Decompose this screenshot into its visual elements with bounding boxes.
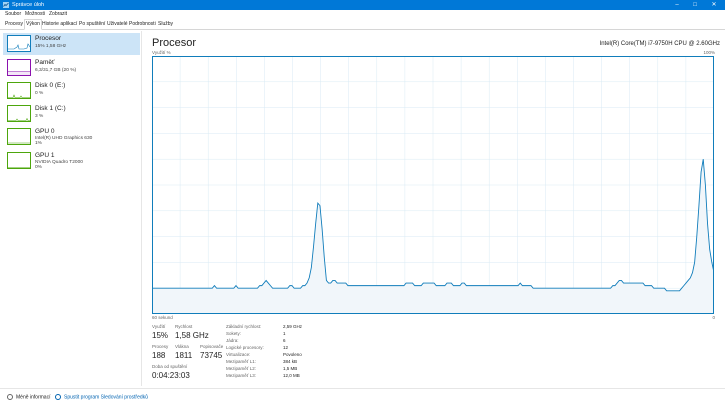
menu-bar: Soubor Možnosti Zobrazit	[0, 10, 725, 19]
title-bar: Správce úloh – □ ✕	[0, 0, 725, 10]
tab-bar: Procesy Výkon Historie aplikací Po spušt…	[0, 19, 725, 30]
processes-value: 188	[152, 351, 166, 360]
memory-thumbnail	[7, 59, 31, 76]
cpu-thumbnail	[7, 35, 31, 52]
spec-key: Logické procesory:	[226, 345, 264, 350]
menu-soubor[interactable]: Soubor	[5, 11, 21, 18]
tab-historie-aplikaci[interactable]: Historie aplikací	[41, 20, 78, 28]
sidebar-item-value: 1%	[35, 141, 42, 146]
resource-sidebar: Procesor 15% 1,58 GHz Paměť 6,3/31,7 GB …	[0, 31, 142, 386]
sidebar-item-procesor[interactable]: Procesor 15% 1,58 GHz	[3, 33, 140, 55]
sidebar-item-value: 0%	[35, 165, 42, 170]
spec-key: Základní rychlost:	[226, 324, 262, 329]
footer-bar: Méně informací Spustit program Sledování…	[0, 388, 725, 408]
close-button[interactable]: ✕	[707, 0, 721, 10]
sidebar-item-detail: NVIDIA Quadro T2000	[35, 160, 83, 165]
disk1-thumbnail	[7, 105, 31, 122]
sidebar-item-label: Procesor	[35, 35, 62, 42]
spec-value: 1	[283, 331, 286, 336]
minimize-button[interactable]: –	[670, 0, 684, 10]
uptime-value: 0:04:23:03	[152, 371, 190, 380]
sidebar-item-value: 15% 1,58 GHz	[35, 44, 67, 49]
cpu-usage-graph	[152, 56, 714, 314]
sidebar-item-pamet[interactable]: Paměť 6,3/31,7 GB (20 %)	[3, 57, 140, 79]
sidebar-item-disk-0[interactable]: Disk 0 (E:) 0 %	[3, 80, 140, 102]
tab-sluzby[interactable]: Služby	[157, 20, 174, 28]
sidebar-item-disk-1[interactable]: Disk 1 (C:) 3 %	[3, 103, 140, 125]
sidebar-item-label: Disk 0 (E:)	[35, 82, 66, 89]
disk0-thumbnail	[7, 82, 31, 99]
gpu0-thumbnail	[7, 128, 31, 145]
sidebar-item-detail: Intel(R) UHD Graphics 630	[35, 136, 93, 141]
spec-key: Virtualizace:	[226, 352, 251, 357]
sidebar-item-label: GPU 0	[35, 128, 55, 135]
spec-value: 12,0 MB	[283, 373, 300, 378]
page-title: Procesor	[152, 37, 197, 49]
open-resource-monitor-link[interactable]: Spustit program Sledování prostředků	[55, 394, 148, 400]
sidebar-item-value: 3 %	[35, 114, 44, 119]
spec-value: 12	[283, 345, 289, 350]
graph-x-label: 60 sekund	[152, 315, 173, 320]
threads-value: 1811	[175, 351, 193, 360]
resource-monitor-icon	[55, 394, 61, 400]
processes-label: Procesy	[152, 344, 169, 349]
threads-label: Vlákna	[175, 344, 189, 349]
open-resource-monitor-label: Spustit program Sledování prostředků	[64, 394, 148, 401]
tab-vykon[interactable]: Výkon	[24, 19, 42, 30]
handles-label: Popisovače	[200, 344, 224, 349]
less-info-label: Méně informací	[16, 394, 51, 401]
menu-zobrazit[interactable]: Zobrazit	[49, 11, 67, 18]
speed-label: Rychlost	[175, 324, 193, 329]
spec-value: Povoleno	[283, 352, 302, 357]
sidebar-item-gpu-0[interactable]: GPU 0 Intel(R) UHD Graphics 630 1%	[3, 126, 140, 148]
window-title: Správce úloh	[12, 2, 45, 8]
spec-key: Sokety:	[226, 331, 242, 336]
sidebar-item-label: GPU 1	[35, 152, 55, 159]
spec-value: 1,5 MB	[283, 366, 298, 371]
tab-po-spusteni[interactable]: Po spuštění	[78, 20, 106, 28]
handles-value: 73745	[200, 351, 223, 360]
menu-moznosti[interactable]: Možnosti	[25, 11, 45, 18]
less-info-button[interactable]: Méně informací	[7, 394, 50, 400]
uptime-label: Doba od spuštění	[152, 364, 188, 369]
spec-key: Mezipaměť L3:	[226, 373, 256, 378]
sidebar-item-value: 6,3/31,7 GB (20 %)	[35, 68, 77, 73]
spec-value: 384 kB	[283, 359, 298, 364]
spec-value: 6	[283, 338, 286, 343]
graph-y-max-label: 100%	[703, 50, 715, 55]
spec-key: Mezipaměť L1:	[226, 359, 256, 364]
cpu-model-name: Intel(R) Core(TM) i7-9750H CPU @ 2.60GHz	[599, 41, 720, 47]
task-manager-icon	[3, 2, 9, 8]
spec-key: Mezipaměť L2:	[226, 366, 256, 371]
tab-procesy[interactable]: Procesy	[4, 20, 24, 28]
graph-y-label: Využití %	[152, 50, 171, 55]
sidebar-item-label: Disk 1 (C:)	[35, 105, 66, 112]
tab-uzivatele[interactable]: Uživatelé	[106, 20, 129, 28]
sidebar-item-label: Paměť	[35, 59, 55, 66]
spec-value: 2,59 GHz	[283, 324, 303, 329]
sidebar-item-value: 0 %	[35, 91, 44, 96]
chevron-up-icon	[7, 394, 13, 400]
speed-value: 1,58 GHz	[175, 331, 209, 340]
maximize-button[interactable]: □	[688, 0, 702, 10]
sidebar-item-gpu-1[interactable]: GPU 1 NVIDIA Quadro T2000 0%	[3, 150, 140, 172]
gpu1-thumbnail	[7, 152, 31, 169]
usage-value: 15%	[152, 331, 169, 340]
usage-label: Využití	[152, 324, 166, 329]
task-manager-window: Správce úloh – □ ✕ Soubor Možnosti Zobra…	[0, 0, 725, 407]
spec-key: Jádra:	[226, 338, 239, 343]
graph-grid	[152, 56, 714, 314]
graph-x-end-label: 0	[712, 315, 715, 320]
tab-podrobnosti[interactable]: Podrobnosti	[128, 20, 157, 28]
